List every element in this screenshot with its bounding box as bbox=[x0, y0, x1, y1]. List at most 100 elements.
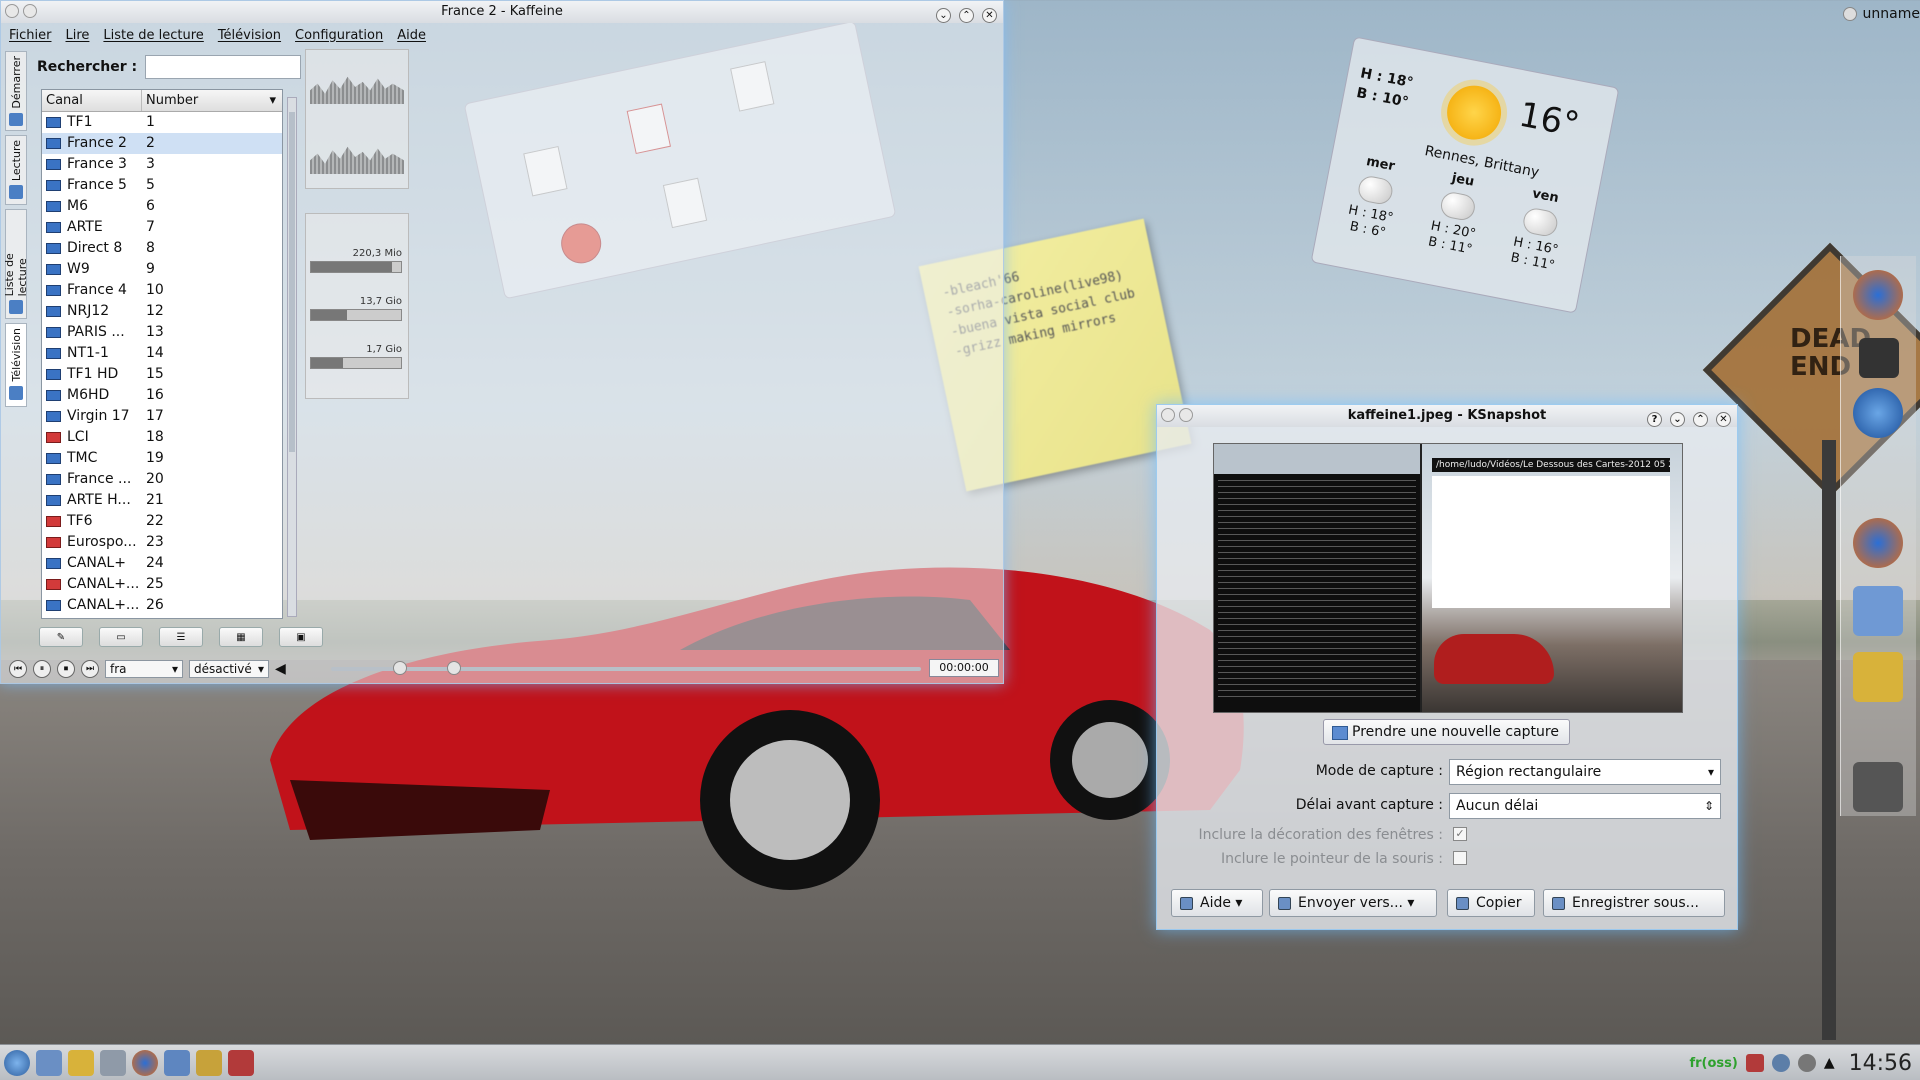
delay-spinbox[interactable]: Aucun délai ⇕ bbox=[1449, 793, 1721, 819]
channel-row[interactable]: France 3 3 bbox=[42, 154, 282, 175]
save-as-button[interactable]: Enregistrer sous... bbox=[1543, 889, 1725, 917]
seek-slider[interactable] bbox=[331, 661, 921, 675]
channel-row[interactable]: M6 6 bbox=[42, 196, 282, 217]
search-input[interactable] bbox=[145, 55, 302, 79]
send-to-button[interactable]: Envoyer vers... ▾ bbox=[1269, 889, 1437, 917]
window-menu-icon[interactable] bbox=[1161, 408, 1175, 422]
network-tray-icon[interactable] bbox=[1771, 1054, 1790, 1072]
channel-row[interactable]: France 4 10 bbox=[42, 280, 282, 301]
settings-icon[interactable] bbox=[196, 1050, 222, 1076]
channel-row[interactable]: TMC 19 bbox=[42, 448, 282, 469]
tab-demarrer[interactable]: Démarrer bbox=[5, 51, 27, 131]
copy-button[interactable]: Copier bbox=[1447, 889, 1535, 917]
next-button[interactable]: ⏭ bbox=[81, 660, 99, 678]
pause-button[interactable]: ⏸ bbox=[33, 660, 51, 678]
channel-row[interactable]: Virgin 17 17 bbox=[42, 406, 282, 427]
media-player-icon[interactable] bbox=[228, 1050, 254, 1076]
tools-icon[interactable] bbox=[68, 1050, 94, 1076]
scrollbar-thumb[interactable] bbox=[289, 112, 295, 452]
snapshot-preview[interactable]: /home/ludo/Vidéos/Le Dessous des Cartes-… bbox=[1213, 443, 1683, 713]
channel-row[interactable]: ARTE H... 21 bbox=[42, 490, 282, 511]
schedule-button[interactable]: ▦ bbox=[219, 627, 263, 647]
channel-row[interactable]: TF1 1 bbox=[42, 112, 282, 133]
window-icon[interactable] bbox=[1853, 586, 1903, 636]
firefox-icon[interactable] bbox=[132, 1050, 158, 1076]
minimize-icon[interactable]: ⌄ bbox=[1670, 412, 1685, 427]
file-manager-icon[interactable] bbox=[164, 1050, 190, 1076]
channel-row[interactable]: Eurospo... 23 bbox=[42, 532, 282, 553]
channel-row[interactable]: PARIS ... 13 bbox=[42, 322, 282, 343]
channel-row[interactable]: TF1 HD 15 bbox=[42, 364, 282, 385]
tv-button[interactable]: ▭ bbox=[99, 627, 143, 647]
epg-button[interactable]: ☰ bbox=[159, 627, 203, 647]
tab-liste-de-lecture[interactable]: Liste de lecture bbox=[3, 209, 29, 319]
channel-row[interactable]: ARTE 7 bbox=[42, 217, 282, 238]
kde-menu-icon[interactable] bbox=[4, 1050, 30, 1076]
previous-button[interactable]: ⏮ bbox=[9, 660, 27, 678]
window-decoration-checkbox[interactable]: ✓ bbox=[1453, 827, 1467, 841]
weather-widget[interactable]: H : 18° B : 10° 16° Rennes, Brittany mer… bbox=[1310, 36, 1620, 314]
volume-icon[interactable] bbox=[1797, 1054, 1816, 1072]
tools-icon[interactable] bbox=[1853, 652, 1903, 702]
menu-television[interactable]: Télévision bbox=[218, 28, 281, 43]
firefox-icon[interactable] bbox=[1853, 518, 1903, 568]
menu-aide[interactable]: Aide bbox=[397, 28, 426, 43]
menu-liste-de-lecture[interactable]: Liste de lecture bbox=[103, 28, 203, 43]
channel-row[interactable]: France 5 5 bbox=[42, 175, 282, 196]
media-icon[interactable] bbox=[1853, 762, 1903, 812]
new-capture-button[interactable]: Prendre une nouvelle capture bbox=[1323, 719, 1570, 745]
mouse-pointer-checkbox[interactable] bbox=[1453, 851, 1467, 865]
channel-row[interactable]: CANAL+... 25 bbox=[42, 574, 282, 595]
column-number[interactable]: Number bbox=[142, 90, 282, 112]
help-icon[interactable]: ? bbox=[1647, 412, 1662, 427]
pin-icon[interactable] bbox=[1179, 408, 1193, 422]
close-icon[interactable]: ✕ bbox=[982, 8, 997, 23]
channel-row[interactable]: CANAL+ 24 bbox=[42, 553, 282, 574]
stop-button[interactable]: ⏹ bbox=[57, 660, 75, 678]
dolphin-icon[interactable] bbox=[1853, 388, 1903, 438]
kaffeine-titlebar[interactable]: France 2 - Kaffeine ⌄ ⌃ ✕ bbox=[1, 1, 1003, 23]
minimize-icon[interactable]: ⌄ bbox=[936, 8, 951, 23]
capture-mode-select[interactable]: Région rectangulaire ▾ bbox=[1449, 759, 1721, 785]
record-button[interactable]: ▣ bbox=[279, 627, 323, 647]
column-canal[interactable]: Canal bbox=[42, 90, 142, 111]
channel-row[interactable]: Direct 8 8 bbox=[42, 238, 282, 259]
channel-row[interactable]: LCI 18 bbox=[42, 427, 282, 448]
seek-knob[interactable] bbox=[447, 661, 461, 675]
desktop-grid-icon[interactable] bbox=[100, 1050, 126, 1076]
kaffeine-tray-icon[interactable] bbox=[1745, 1054, 1764, 1072]
firefox-icon[interactable] bbox=[1853, 270, 1903, 320]
channel-row[interactable]: NRJ12 12 bbox=[42, 301, 282, 322]
maximize-icon[interactable]: ⌃ bbox=[1693, 412, 1708, 427]
network-icon[interactable] bbox=[36, 1050, 62, 1076]
channel-row[interactable]: M6HD 16 bbox=[42, 385, 282, 406]
user-indicator[interactable]: unname bbox=[1842, 6, 1920, 22]
window-menu-icon[interactable] bbox=[5, 4, 19, 18]
close-icon[interactable]: ✕ bbox=[1716, 412, 1731, 427]
tab-television[interactable]: Télévision bbox=[5, 323, 27, 407]
keyboard-layout-indicator[interactable]: fr(oss) bbox=[1689, 1056, 1737, 1071]
spin-arrows-icon[interactable]: ⇕ bbox=[1704, 794, 1714, 818]
subtitle-select[interactable]: désactivé bbox=[189, 660, 269, 678]
help-button[interactable]: Aide ▾ bbox=[1171, 889, 1263, 917]
volume-knob[interactable] bbox=[393, 661, 407, 675]
audio-language-select[interactable]: fra bbox=[105, 660, 183, 678]
pin-icon[interactable] bbox=[23, 4, 37, 18]
menu-configuration[interactable]: Configuration bbox=[295, 28, 383, 43]
terminal-icon[interactable] bbox=[1859, 338, 1899, 378]
maximize-icon[interactable]: ⌃ bbox=[959, 8, 974, 23]
tray-expand-icon[interactable]: ▲ bbox=[1824, 1055, 1835, 1071]
clock[interactable]: 14:56 bbox=[1849, 1051, 1912, 1076]
channel-row[interactable]: W9 9 bbox=[42, 259, 282, 280]
ksnapshot-titlebar[interactable]: kaffeine1.jpeg - KSnapshot ? ⌄ ⌃ ✕ bbox=[1157, 405, 1737, 427]
channel-row[interactable]: France ... 20 bbox=[42, 469, 282, 490]
tab-lecture[interactable]: Lecture bbox=[5, 135, 27, 205]
channel-row[interactable]: TF6 22 bbox=[42, 511, 282, 532]
volume-icon[interactable]: ◀ bbox=[275, 661, 286, 677]
configure-button[interactable]: ✎ bbox=[39, 627, 83, 647]
menu-lire[interactable]: Lire bbox=[66, 28, 90, 43]
menu-fichier[interactable]: Fichier bbox=[9, 28, 52, 43]
channel-row[interactable]: NT1-1 14 bbox=[42, 343, 282, 364]
channel-row[interactable]: CANAL+... 26 bbox=[42, 595, 282, 616]
channel-scrollbar[interactable] bbox=[287, 97, 297, 617]
